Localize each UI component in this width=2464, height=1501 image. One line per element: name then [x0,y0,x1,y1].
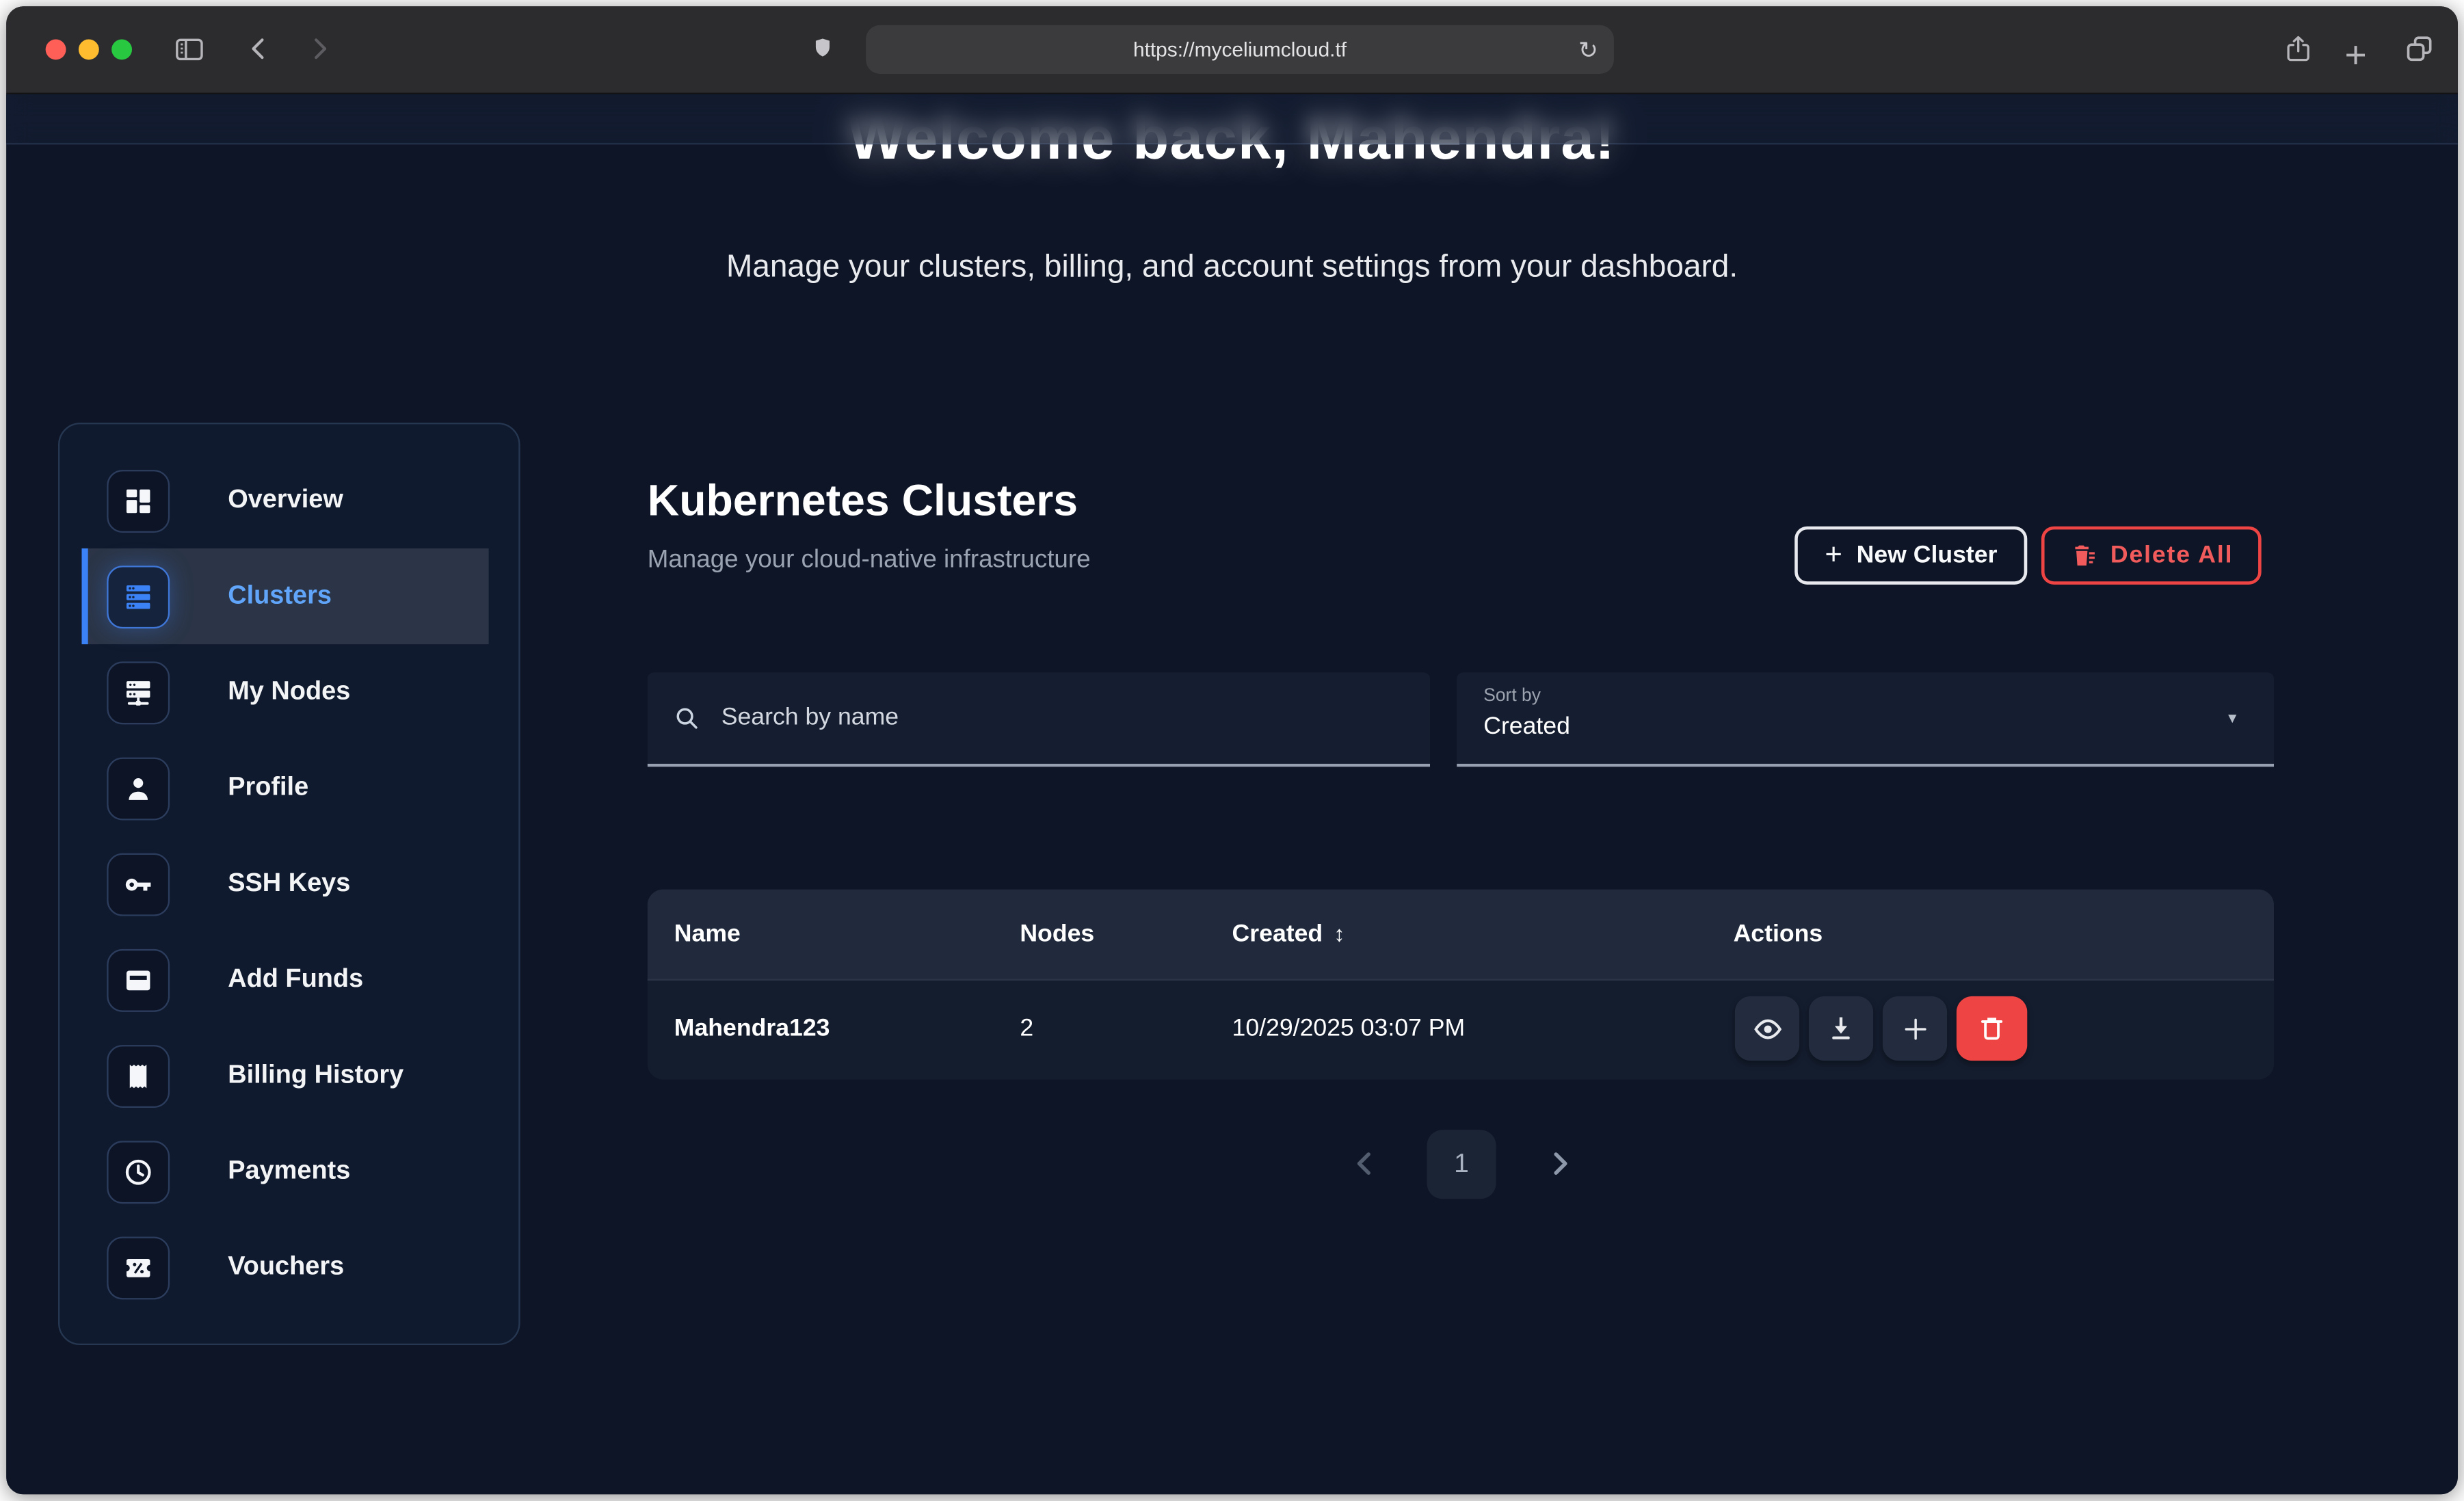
reload-icon[interactable]: ↻ [1578,25,1598,74]
section-subtitle: Manage your cloud-native infrastructure [648,547,1091,575]
translucent-header-bar [6,94,2458,145]
sort-value: Created [1483,713,2247,741]
sort-select[interactable]: Sort by Created ▼ [1457,673,2274,767]
view-cluster-button[interactable] [1735,996,1799,1061]
chevron-down-icon: ▼ [2225,710,2240,726]
sidebar-item-my-nodes[interactable]: My Nodes [59,644,518,740]
person-icon [107,756,170,819]
table-header-row: Name Nodes Created↕ Actions [648,890,2274,981]
sidebar-item-label: Payments [228,1156,350,1186]
page: Welcome back, Mahendra! Manage your clus… [6,94,2458,1494]
row-actions [1735,996,2027,1061]
search-input[interactable] [718,702,1405,734]
sidebar: Overview Clusters [58,423,520,1345]
voucher-icon [107,1236,170,1299]
sidebar-item-label: My Nodes [228,677,350,707]
new-tab-icon[interactable]: + [2344,35,2366,79]
sidebar-item-label: Clusters [228,581,332,611]
sidebar-item-label: Billing History [228,1061,403,1091]
search-field[interactable] [648,673,1430,767]
sidebar-item-overview[interactable]: Overview [59,453,518,548]
privacy-shield-icon[interactable] [811,33,834,63]
header-actions: + New Cluster Delete All [1795,527,2262,585]
sidebar-item-clusters[interactable]: Clusters [81,548,488,644]
browser-window: https://myceliumcloud.tf ↻ + Welcome bac… [6,6,2458,1494]
sidebar-item-ssh-keys[interactable]: SSH Keys [59,836,518,931]
zoom-window-button[interactable] [111,39,132,59]
clusters-table: Name Nodes Created↕ Actions Mahendra123 … [648,890,2274,1080]
dashboard-icon [107,469,170,532]
sort-label: Sort by [1483,687,2247,706]
column-header-actions: Actions [1734,920,1823,948]
column-header-created[interactable]: Created↕ [1232,920,1345,948]
previous-page-icon[interactable] [1350,1149,1380,1179]
close-window-button[interactable] [46,39,66,59]
browser-toolbar: https://myceliumcloud.tf ↻ + [6,6,2458,94]
sidebar-item-billing-history[interactable]: Billing History [59,1028,518,1124]
back-icon[interactable] [245,35,273,63]
sidebar-toggle-icon[interactable] [173,33,206,66]
next-page-icon[interactable] [1545,1149,1575,1179]
cluster-name: Mahendra123 [674,1015,830,1043]
share-icon[interactable] [2283,31,2314,66]
sidebar-item-payments[interactable]: Payments [59,1124,518,1219]
sidebar-item-label: Add Funds [228,965,363,995]
add-node-button[interactable] [1883,996,1947,1061]
key-icon [107,853,170,916]
address-bar[interactable]: https://myceliumcloud.tf ↻ [866,25,1614,74]
cluster-nodes: 2 [1020,1015,1033,1043]
nodes-icon [107,661,170,723]
cluster-created: 10/29/2025 03:07 PM [1232,1015,1466,1043]
download-icon [1826,1013,1856,1044]
page-subtitle: Manage your clusters, billing, and accou… [6,250,2458,286]
eye-icon [1751,1013,1783,1044]
clock-icon [107,1140,170,1203]
credit-card-icon [107,948,170,1011]
delete-all-button[interactable]: Delete All [2041,527,2262,585]
sidebar-item-profile[interactable]: Profile [59,740,518,836]
plus-icon: + [1825,540,1842,570]
trash-icon [1977,1013,2007,1044]
delete-sweep-icon [2069,542,2096,569]
sidebar-item-label: SSH Keys [228,869,350,899]
servers-icon [107,565,170,628]
tab-overview-icon[interactable] [2402,31,2435,66]
sidebar-item-vouchers[interactable]: Vouchers [59,1219,518,1315]
new-cluster-button[interactable]: + New Cluster [1795,527,2027,585]
sort-arrows-icon: ↕ [1334,920,1344,945]
table-row: Mahendra123 2 10/29/2025 03:07 PM [648,981,2274,1078]
minimize-window-button[interactable] [79,39,99,59]
sidebar-item-label: Profile [228,773,308,803]
viewport: https://myceliumcloud.tf ↻ + Welcome bac… [0,0,2464,1500]
sidebar-item-label: Overview [228,486,343,516]
url-text: https://myceliumcloud.tf [1133,38,1347,61]
receipt-icon [107,1044,170,1107]
new-cluster-label: New Cluster [1857,542,1998,570]
column-header-name: Name [674,920,741,948]
delete-all-label: Delete All [2110,542,2233,570]
sidebar-item-label: Vouchers [228,1252,344,1282]
search-icon [673,704,701,732]
download-kubeconfig-button[interactable] [1809,996,1873,1061]
plus-icon [1900,1014,1929,1042]
section-title: Kubernetes Clusters [648,476,1078,527]
page-number[interactable]: 1 [1427,1130,1496,1199]
forward-icon[interactable] [305,35,333,63]
column-header-nodes: Nodes [1020,920,1094,948]
sidebar-item-add-funds[interactable]: Add Funds [59,932,518,1028]
delete-cluster-button[interactable] [1957,996,2027,1061]
